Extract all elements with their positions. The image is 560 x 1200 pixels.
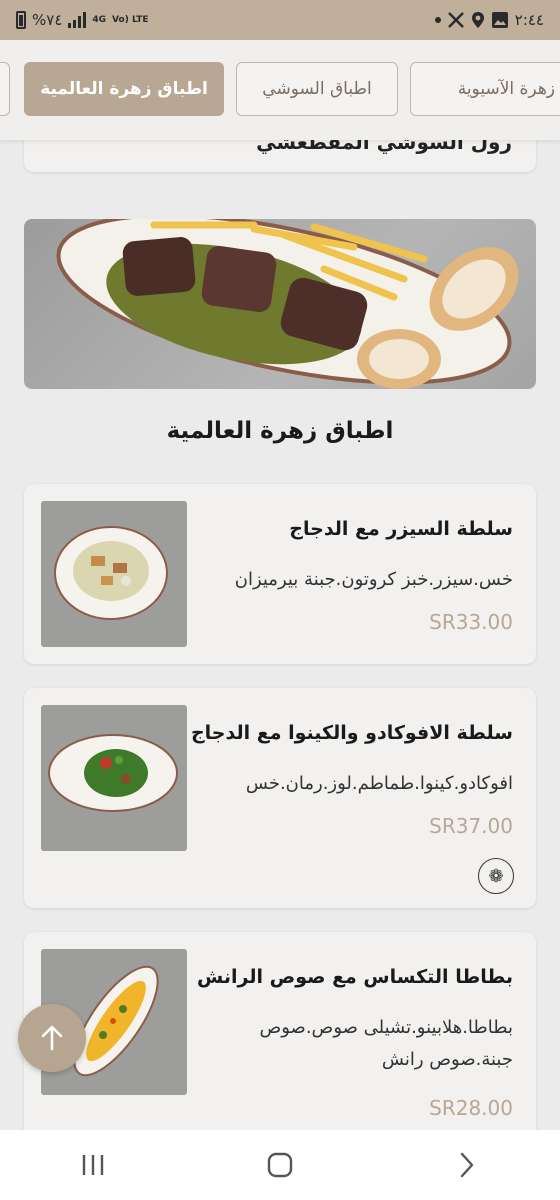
item-image bbox=[41, 705, 187, 851]
tab-asian[interactable]: زهرة الآسيوية bbox=[410, 62, 560, 116]
clock: ٢:٤٤ bbox=[514, 11, 544, 29]
x-app-icon bbox=[447, 12, 464, 28]
item-price: SR33.00 bbox=[429, 610, 513, 634]
item-image bbox=[41, 501, 187, 647]
status-right: ٢:٤٤ bbox=[434, 11, 544, 29]
item-description: افوكادو.كينوا.طماطم.لوز.رمان.خس bbox=[245, 773, 513, 794]
location-icon bbox=[471, 12, 484, 28]
item-price: SR37.00 bbox=[429, 814, 513, 838]
item-name: سلطة الافوكادو والكينوا مع الدجاج bbox=[190, 722, 513, 744]
steak-plate-image bbox=[56, 219, 519, 389]
tab-sushi[interactable]: اطباق السوشي bbox=[236, 62, 398, 116]
volte-label: Vo) LTE bbox=[112, 14, 149, 25]
item-name: بطاطا التكساس مع صوص الرانش bbox=[197, 966, 513, 988]
arrow-up-icon bbox=[41, 1025, 63, 1051]
category-tabs: اطباق زهرة العالمية اطباق السوشي زهرة ال… bbox=[0, 40, 560, 140]
section-title: اطباق زهرة العالمية bbox=[166, 418, 394, 444]
battery-percent: %٧٤ bbox=[32, 11, 63, 29]
notification-dot-icon bbox=[434, 17, 441, 23]
signal-icon bbox=[68, 12, 87, 28]
back-button[interactable] bbox=[437, 1140, 497, 1190]
item-name: سلطة السيزر مع الدجاج bbox=[289, 518, 513, 540]
menu-item-card[interactable]: سلطة السيزر مع الدجاج خس.سيزر.خبز كروتون… bbox=[24, 484, 536, 664]
status-left: %٧٤ 4G Vo) LTE bbox=[16, 11, 148, 29]
item-price: SR28.00 bbox=[429, 1096, 513, 1120]
back-icon bbox=[460, 1152, 473, 1178]
network-type: 4G bbox=[92, 14, 107, 25]
system-nav-bar bbox=[0, 1130, 560, 1200]
item-description: بطاطا.هلابينو.تشيلى صوص.صوص جبنة.صوص ران… bbox=[259, 1017, 513, 1070]
home-icon bbox=[267, 1152, 293, 1178]
scroll-to-top-button[interactable] bbox=[18, 1004, 86, 1072]
menu-item-card[interactable]: بطاطا التكساس مع صوص الرانش بطاطا.هلابين… bbox=[24, 932, 536, 1142]
home-button[interactable] bbox=[250, 1140, 310, 1190]
section-hero-image bbox=[24, 219, 536, 389]
tab-world-dishes[interactable]: اطباق زهرة العالمية bbox=[24, 62, 224, 116]
recent-apps-button[interactable] bbox=[63, 1140, 123, 1190]
recent-apps-icon bbox=[83, 1155, 104, 1175]
battery-icon bbox=[16, 11, 26, 29]
tab-offscreen-left[interactable] bbox=[0, 62, 10, 116]
item-description: خس.سيزر.خبز كروتون.جبنة بيرميزان bbox=[234, 569, 513, 590]
gallery-icon bbox=[491, 12, 508, 28]
status-bar: %٧٤ 4G Vo) LTE ٢:٤٤ bbox=[0, 0, 560, 40]
menu-item-card[interactable]: سلطة الافوكادو والكينوا مع الدجاج افوكاد… bbox=[24, 688, 536, 908]
vegetarian-icon: ❁ bbox=[478, 858, 514, 894]
